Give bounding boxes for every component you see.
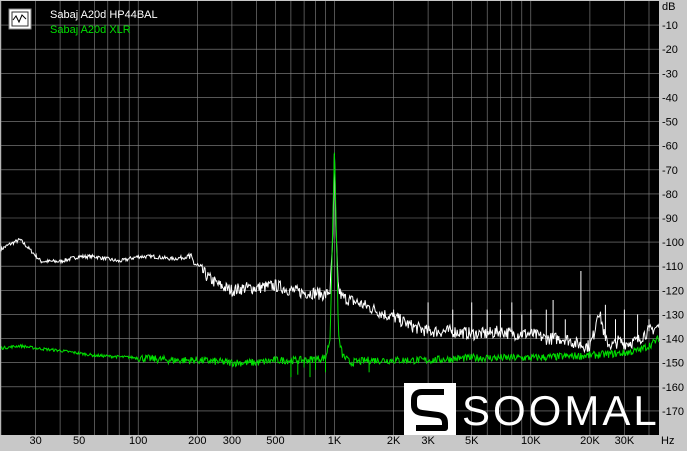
legend-icon — [8, 8, 32, 30]
y-tick-label-16: -170 — [662, 406, 684, 418]
x-tick-label-1: 50 — [73, 435, 85, 447]
y-unit-label: dB — [662, 1, 675, 13]
y-tick-label-0: -10 — [662, 20, 678, 32]
y-tick-label-12: -130 — [662, 309, 684, 321]
x-unit-label: Hz — [661, 435, 674, 447]
y-tick-label-4: -50 — [662, 117, 678, 129]
y-tick-label-5: -60 — [662, 141, 678, 153]
legend-entry-0: Sabaj A20d HP44BAL — [50, 9, 158, 21]
y-tick-label-7: -80 — [662, 189, 678, 201]
y-tick-label-14: -150 — [662, 358, 684, 370]
x-tick-label-4: 300 — [223, 435, 241, 447]
spectrum-chart: -10 -20 -30 -40 -50 -60 -70 -80 -90 -100 -110 -120 -… — [0, 0, 687, 451]
x-tick-label-7: 2K — [387, 435, 401, 447]
watermark: SOOMAL — [404, 383, 660, 435]
x-tick-label-2: 100 — [129, 435, 147, 447]
x-tick-label-9: 5K — [465, 435, 479, 447]
x-tick-label-6: 1K — [328, 435, 342, 447]
y-tick-label-6: -70 — [662, 165, 678, 177]
x-tick-label-5: 500 — [266, 435, 284, 447]
x-tick-label-0: 30 — [29, 435, 41, 447]
y-tick-label-3: -40 — [662, 92, 678, 104]
y-tick-label-15: -160 — [662, 382, 684, 394]
y-tick-label-9: -100 — [662, 237, 684, 249]
watermark-text: SOOMAL — [462, 387, 660, 434]
x-tick-label-11: 20K — [580, 435, 600, 447]
y-tick-label-10: -110 — [662, 261, 683, 273]
y-tick-label-1: -20 — [662, 44, 678, 56]
y-tick-label-11: -120 — [662, 285, 684, 297]
x-tick-label-3: 200 — [188, 435, 206, 447]
legend-entry-1: Sabaj A20d XLR — [50, 24, 131, 36]
x-tick-label-12: 30K — [615, 435, 635, 447]
y-tick-label-13: -140 — [662, 334, 684, 346]
y-tick-label-8: -90 — [662, 213, 678, 225]
soomal-logo-icon — [404, 383, 456, 435]
y-tick-label-2: -30 — [662, 68, 678, 80]
x-tick-label-8: 3K — [421, 435, 435, 447]
x-tick-label-10: 10K — [521, 435, 541, 447]
